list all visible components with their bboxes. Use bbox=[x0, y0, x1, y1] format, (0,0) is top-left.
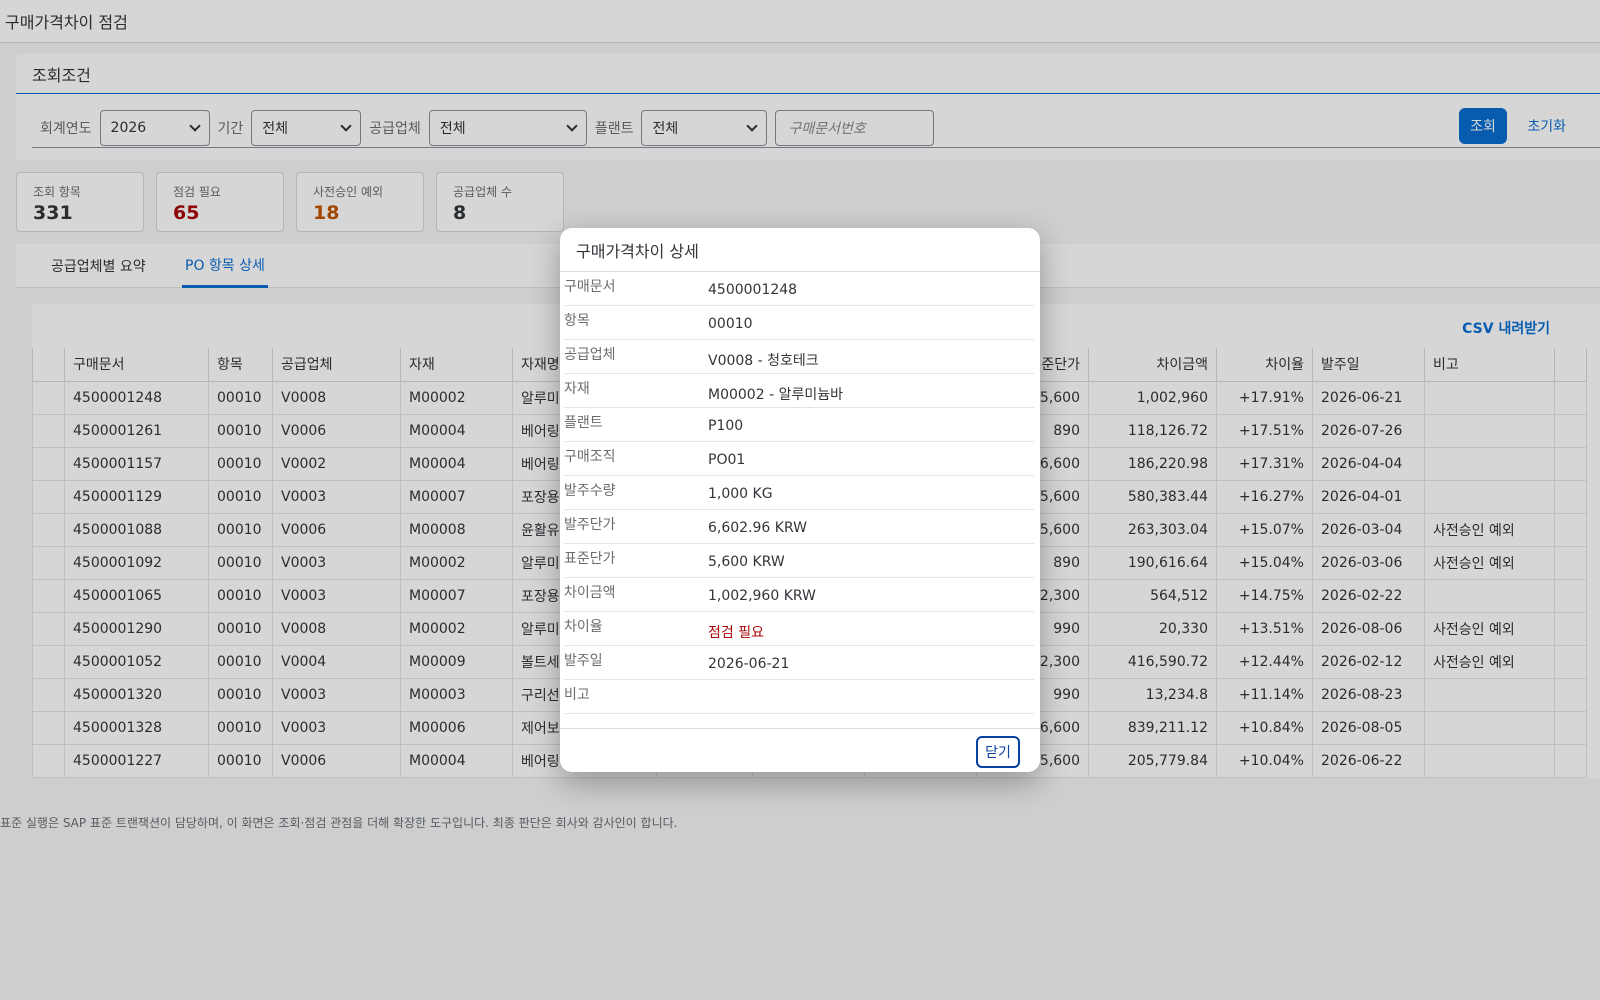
detail-row: 표준단가 5,600 KRW bbox=[564, 544, 1034, 578]
detail-value: 5,600 KRW bbox=[708, 554, 785, 570]
dialog-footer: 닫기 bbox=[560, 728, 1040, 772]
detail-value: V0008 - 청호테크 bbox=[708, 353, 819, 369]
detail-row: 공급업체 V0008 - 청호테크 bbox=[564, 340, 1034, 374]
detail-row: 구매문서 4500001248 bbox=[564, 272, 1034, 306]
detail-label: 공급업체 bbox=[564, 347, 616, 363]
dialog-title: 구매가격차이 상세 bbox=[560, 228, 1040, 272]
detail-label: 구매문서 bbox=[564, 279, 616, 295]
detail-label: 항목 bbox=[564, 313, 590, 329]
detail-value: 1,000 KG bbox=[708, 486, 773, 502]
detail-label: 플랜트 bbox=[564, 415, 603, 431]
detail-row: 차이율 점검 필요 bbox=[564, 612, 1034, 646]
detail-value: 2026-06-21 bbox=[708, 656, 790, 672]
detail-label: 비고 bbox=[564, 687, 590, 703]
detail-row: 구매조직 PO01 bbox=[564, 442, 1034, 476]
detail-value: 6,602.96 KRW bbox=[708, 520, 807, 536]
detail-value: PO01 bbox=[708, 452, 746, 468]
detail-label: 발주일 bbox=[564, 653, 603, 669]
variance-detail-dialog: 구매가격차이 상세 구매문서 4500001248 항목 00010 공급업체 V0008… bbox=[560, 228, 1040, 772]
detail-row: 차이금액 1,002,960 KRW bbox=[564, 578, 1034, 612]
detail-value: 점검 필요 bbox=[708, 625, 764, 641]
detail-row: 발주수량 1,000 KG bbox=[564, 476, 1034, 510]
dialog-body: 구매문서 4500001248 항목 00010 공급업체 V0008 - 청호테크자재 M… bbox=[560, 272, 1040, 714]
detail-label: 차이율 bbox=[564, 619, 603, 635]
detail-row: 발주일 2026-06-21 bbox=[564, 646, 1034, 680]
detail-row: 발주단가 6,602.96 KRW bbox=[564, 510, 1034, 544]
detail-row: 자재 M00002 - 알루미늄바 bbox=[564, 374, 1034, 408]
detail-value: 1,002,960 KRW bbox=[708, 588, 816, 604]
detail-label: 발주단가 bbox=[564, 517, 616, 533]
detail-value: M00002 - 알루미늄바 bbox=[708, 387, 843, 403]
detail-row: 항목 00010 bbox=[564, 306, 1034, 340]
detail-label: 표준단가 bbox=[564, 551, 616, 567]
close-button[interactable]: 닫기 bbox=[976, 736, 1020, 768]
detail-value: P100 bbox=[708, 418, 744, 434]
detail-row: 비고 bbox=[564, 680, 1034, 714]
detail-label: 구매조직 bbox=[564, 449, 616, 465]
detail-value: 4500001248 bbox=[708, 282, 798, 298]
detail-label: 자재 bbox=[564, 381, 590, 397]
detail-value: 00010 bbox=[708, 316, 753, 332]
detail-row: 플랜트 P100 bbox=[564, 408, 1034, 442]
detail-label: 발주수량 bbox=[564, 483, 616, 499]
detail-label: 차이금액 bbox=[564, 585, 616, 601]
